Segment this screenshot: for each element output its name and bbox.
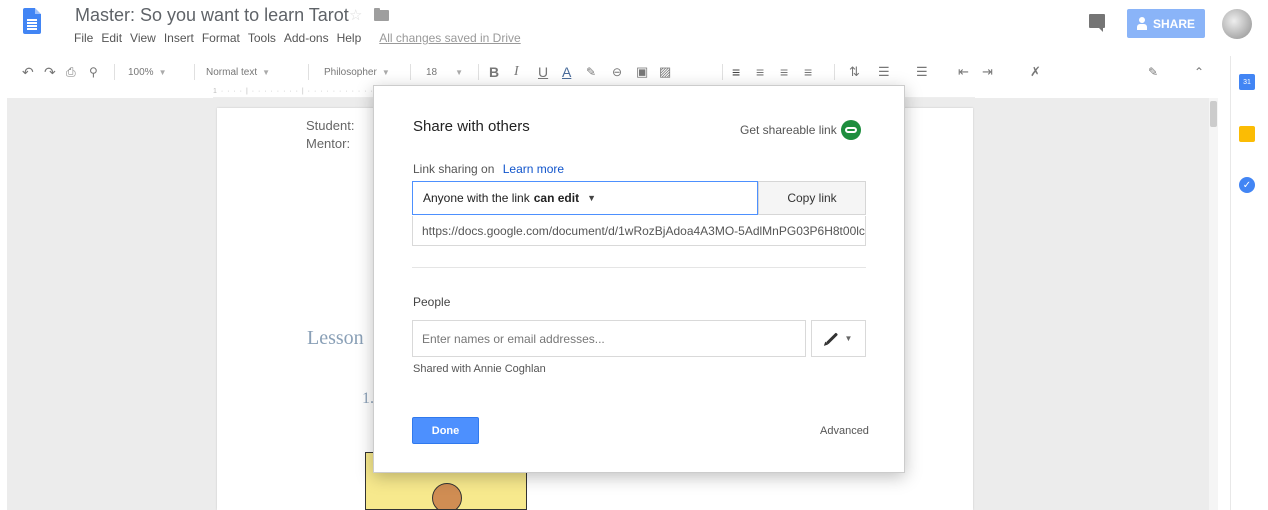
- shared-with-text: Shared with Annie Coghlan: [413, 363, 546, 375]
- mentor-label[interactable]: Mentor:: [306, 136, 350, 151]
- link-sharing-status: Link sharing on Learn more: [413, 162, 564, 176]
- underline-icon[interactable]: U: [538, 57, 548, 87]
- folder-icon[interactable]: [374, 8, 389, 21]
- redo-icon[interactable]: ↷: [44, 57, 56, 87]
- clear-format-icon[interactable]: ✗: [1030, 57, 1041, 87]
- paint-format-icon[interactable]: ⚲: [89, 57, 98, 87]
- align-justify-icon[interactable]: ≡: [804, 57, 812, 87]
- highlight-icon[interactable]: ✎: [586, 57, 596, 87]
- menu-insert[interactable]: Insert: [164, 31, 194, 45]
- caret-down-icon: ▼: [587, 193, 597, 203]
- share-label: SHARE: [1152, 16, 1195, 31]
- pencil-icon: [825, 332, 838, 345]
- keep-icon[interactable]: [1239, 126, 1255, 142]
- menu-format[interactable]: Format: [202, 31, 240, 45]
- formatting-toolbar: ↶ ↷ ⎙ ⚲ 100% ▼ Normal text ▼ Philosopher ▼ …: [0, 57, 1230, 87]
- menu-help[interactable]: Help: [337, 31, 362, 45]
- save-status[interactable]: All changes saved in Drive: [379, 31, 520, 45]
- align-right-icon[interactable]: ≡: [780, 57, 788, 87]
- align-center-icon[interactable]: ≡: [756, 57, 764, 87]
- font-size-value: 18: [426, 66, 438, 78]
- calendar-icon[interactable]: 31: [1239, 74, 1255, 90]
- align-left-icon[interactable]: ≡: [732, 57, 740, 87]
- tasks-icon[interactable]: ✓: [1239, 177, 1255, 193]
- font-select[interactable]: Philosopher ▼: [324, 57, 390, 87]
- person-icon: [1136, 17, 1147, 30]
- share-dialog: Share with others Get shareable link Lin…: [373, 85, 905, 473]
- permission-prefix: Anyone with the link: [423, 191, 530, 205]
- dialog-title: Share with others: [413, 118, 530, 135]
- comment-add-icon[interactable]: ▣: [636, 57, 648, 87]
- link-icon[interactable]: ⊖: [612, 57, 622, 87]
- done-button[interactable]: Done: [412, 417, 479, 444]
- menu-view[interactable]: View: [130, 31, 156, 45]
- share-button[interactable]: SHARE: [1127, 9, 1205, 38]
- image-icon[interactable]: ▨: [659, 57, 671, 87]
- zoom-select[interactable]: 100% ▼: [128, 57, 167, 87]
- sharing-status-text: Link sharing on: [413, 162, 495, 176]
- line-spacing-icon[interactable]: ⇅: [849, 57, 860, 87]
- link-icon[interactable]: [840, 120, 861, 140]
- document-title[interactable]: Master: So you want to learn Tarot: [75, 5, 349, 26]
- permission-value: can edit: [533, 191, 580, 205]
- decrease-indent-icon[interactable]: ⇤: [958, 57, 969, 87]
- menu-bar: File Edit View Insert Format Tools Add-o…: [74, 31, 521, 45]
- text-color-icon[interactable]: A: [562, 57, 571, 87]
- app-header: Master: So you want to learn Tarot ☆ Fil…: [0, 0, 1268, 56]
- numbered-list-icon[interactable]: ☰: [878, 57, 890, 87]
- student-label[interactable]: Student:: [306, 118, 354, 133]
- increase-indent-icon[interactable]: ⇥: [982, 57, 993, 87]
- scrollbar-track[interactable]: [1209, 98, 1218, 510]
- bulleted-list-icon[interactable]: ☰: [916, 57, 928, 87]
- print-icon[interactable]: ⎙: [66, 57, 76, 87]
- menu-edit[interactable]: Edit: [101, 31, 122, 45]
- editing-mode-icon[interactable]: ✎: [1148, 57, 1158, 87]
- learn-more-link[interactable]: Learn more: [503, 162, 564, 176]
- share-url-field[interactable]: https://docs.google.com/document/d/1wRoz…: [412, 216, 866, 246]
- comments-icon[interactable]: [1089, 14, 1105, 32]
- menu-file[interactable]: File: [74, 31, 93, 45]
- zoom-value: 100%: [128, 66, 154, 78]
- italic-icon[interactable]: I: [514, 57, 519, 87]
- style-value: Normal text: [206, 66, 258, 78]
- star-icon[interactable]: ☆: [349, 6, 362, 24]
- link-permission-select[interactable]: Anyone with the link can edit ▼: [412, 181, 758, 215]
- divider: [412, 267, 866, 268]
- copy-link-button[interactable]: Copy link: [758, 181, 866, 215]
- lesson-heading[interactable]: Lesson: [307, 327, 364, 350]
- collapse-icon[interactable]: ⌃: [1194, 57, 1204, 87]
- permission-role-button[interactable]: ▼: [811, 320, 866, 357]
- menu-tools[interactable]: Tools: [248, 31, 276, 45]
- people-label: People: [413, 295, 451, 309]
- get-shareable-link[interactable]: Get shareable link: [740, 120, 861, 140]
- caret-down-icon: ▼: [844, 334, 853, 343]
- get-link-label: Get shareable link: [740, 123, 837, 137]
- font-size-select[interactable]: 18 ▼: [426, 57, 463, 87]
- undo-icon[interactable]: ↶: [22, 57, 34, 87]
- side-panel: 31 ✓: [1230, 56, 1268, 510]
- bold-icon[interactable]: B: [489, 57, 499, 87]
- style-select[interactable]: Normal text ▼: [206, 57, 270, 87]
- advanced-link[interactable]: Advanced: [820, 425, 869, 437]
- docs-logo-icon[interactable]: [23, 8, 41, 34]
- menu-addons[interactable]: Add-ons: [284, 31, 329, 45]
- people-input[interactable]: Enter names or email addresses...: [412, 320, 806, 357]
- avatar[interactable]: [1222, 9, 1252, 39]
- font-value: Philosopher: [324, 66, 377, 78]
- scrollbar-thumb[interactable]: [1210, 101, 1217, 127]
